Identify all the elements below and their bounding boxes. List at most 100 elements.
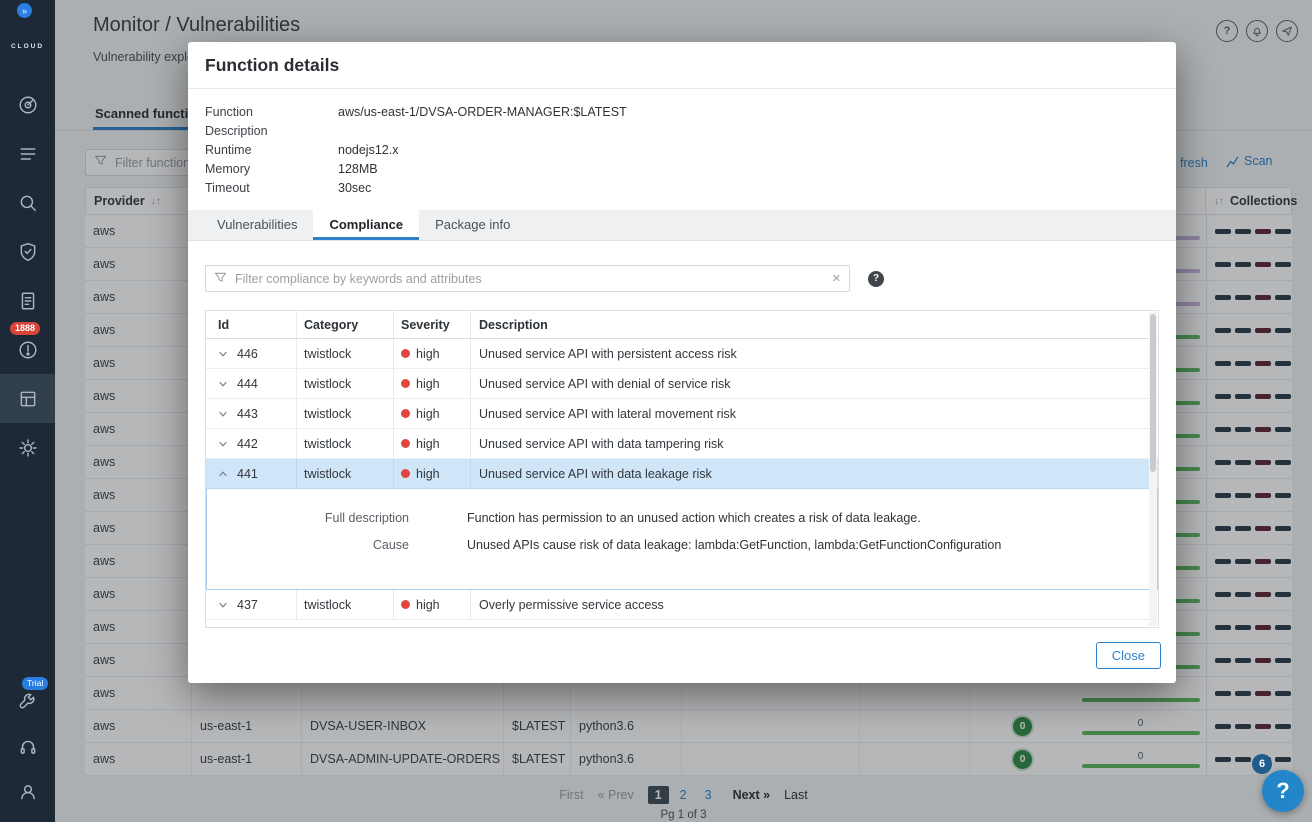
severity-dot-high — [401, 469, 410, 478]
sidebar-expand-badge[interactable]: » — [17, 3, 32, 18]
compliance-detail-panel: Full description Function has permission … — [206, 489, 1158, 590]
support-headset-icon — [18, 737, 38, 757]
chevron-down-icon[interactable] — [218, 409, 228, 419]
filter-help-icon[interactable]: ? — [868, 270, 884, 287]
sidebar-item-support-headset[interactable] — [0, 724, 55, 769]
profile-user-icon — [18, 782, 38, 802]
sidebar-item-search[interactable] — [0, 178, 55, 227]
sidebar-item-report-document[interactable] — [0, 276, 55, 325]
serverless-functions-icon — [18, 389, 38, 409]
compliance-filter-input[interactable] — [233, 270, 826, 287]
tab-vulnerabilities[interactable]: Vulnerabilities — [201, 210, 313, 240]
detail-row: Full description Function has permission … — [207, 505, 1157, 532]
detail-label: Description — [205, 124, 268, 138]
detail-row: Description — [205, 122, 1159, 141]
cell-id: 444 — [206, 369, 297, 398]
severity-dot-high — [401, 439, 410, 448]
sidebar-nav: 1888 — [0, 80, 55, 472]
clear-filter-icon[interactable]: ✕ — [832, 272, 841, 285]
cell-category: twistlock — [297, 399, 394, 428]
help-badge: 6 — [1252, 754, 1272, 774]
compliance-row[interactable]: 441 twistlock high Unused service API with … — [206, 459, 1158, 489]
sidebar-item-profile-user[interactable] — [0, 769, 55, 814]
cell-id: 442 — [206, 429, 297, 458]
severity-label: high — [416, 406, 440, 421]
alerts-icon — [18, 340, 38, 360]
cell-description: Unused service API with data leakage ris… — [479, 466, 712, 481]
detail-row: Function aws/us-east-1/DVSA-ORDER-MANAGER… — [205, 103, 1159, 122]
tab-compliance[interactable]: Compliance — [313, 210, 420, 240]
sidebar-item-utilities-wrench[interactable]: Trial — [0, 677, 55, 724]
detail-value: nodejs12.x — [338, 143, 399, 157]
severity-dot-high — [401, 409, 410, 418]
logo-icon — [0, 20, 55, 40]
compliance-row[interactable]: 446 twistlock high Unused service API with … — [206, 339, 1158, 369]
sidebar-item-radar[interactable] — [0, 80, 55, 129]
cell-description: Unused service API with data tampering r… — [479, 436, 724, 451]
compliance-row[interactable]: 442 twistlock high Unused service API with … — [206, 429, 1158, 459]
sidebar-item-settings-gear[interactable] — [0, 423, 55, 472]
compliance-row[interactable]: 437 twistlock high Overly permissive servic… — [206, 590, 1158, 620]
compliance-filter-row: ✕ ? — [205, 265, 1159, 292]
modal-header: Function details — [188, 42, 1176, 89]
chevron-down-icon[interactable] — [218, 349, 228, 359]
report-document-icon — [18, 291, 38, 311]
compliance-table: Id Category Severity Description 446 twistlo… — [205, 310, 1159, 628]
tab-package-info[interactable]: Package info — [419, 210, 526, 240]
search-icon — [18, 193, 38, 213]
column-header-category[interactable]: Category — [297, 311, 394, 338]
cell-id: 446 — [206, 339, 297, 368]
sidebar-item-shield-check[interactable] — [0, 227, 55, 276]
column-header-severity[interactable]: Severity — [394, 311, 471, 338]
modal-title: Function details — [205, 54, 340, 75]
sidebar-item-policy-list[interactable] — [0, 129, 55, 178]
function-details-modal: Function details Function aws/us-east-1/D… — [188, 42, 1176, 683]
sidebar-item-serverless-functions[interactable] — [0, 374, 55, 423]
cell-category: twistlock — [297, 429, 394, 458]
table-scrollbar[interactable] — [1149, 312, 1157, 626]
detail-value: aws/us-east-1/DVSA-ORDER-MANAGER:$LATEST — [338, 105, 627, 119]
detail-value: 128MB — [338, 162, 378, 176]
compliance-id: 442 — [237, 436, 258, 451]
detail-row: Timeout 30sec — [205, 179, 1159, 198]
detail-label: Function — [205, 105, 253, 119]
compliance-id: 437 — [237, 597, 258, 612]
cell-description: Unused service API with denial of servic… — [479, 376, 731, 391]
detail-value: Function has permission to an unused act… — [467, 511, 921, 525]
severity-dot-high — [401, 349, 410, 358]
filter-funnel-icon — [214, 271, 227, 287]
detail-label: Memory — [205, 162, 251, 176]
column-header-description[interactable]: Description — [471, 318, 1158, 332]
compliance-row[interactable]: 444 twistlock high Unused service API with … — [206, 369, 1158, 399]
detail-row: Runtime nodejs12.x — [205, 141, 1159, 160]
help-button[interactable]: 6 ? — [1252, 754, 1304, 812]
cell-severity: high — [394, 399, 471, 428]
severity-label: high — [416, 597, 440, 612]
detail-value: 30sec — [338, 181, 372, 195]
sidebar-item-alerts[interactable]: 1888 — [0, 322, 55, 374]
scrollbar-thumb[interactable] — [1150, 314, 1156, 472]
column-header-id[interactable]: Id — [206, 311, 297, 338]
cell-id: 437 — [206, 590, 297, 619]
policy-list-icon — [18, 144, 38, 164]
cell-category: twistlock — [297, 339, 394, 368]
compliance-row[interactable]: 443 twistlock high Unused service API with … — [206, 399, 1158, 429]
chevron-down-icon[interactable] — [218, 600, 228, 610]
chevron-down-icon[interactable] — [218, 439, 228, 449]
detail-row: Cause Unused APIs cause risk of data leak… — [207, 532, 1157, 559]
cell-description: Unused service API with lateral movement… — [479, 406, 737, 421]
app: Monitor / Vulnerabilities Vulnerability … — [0, 0, 1312, 822]
help-glyph: ? — [1276, 778, 1290, 803]
chevron-down-icon[interactable] — [218, 379, 228, 389]
detail-label: Runtime — [205, 143, 252, 157]
detail-label: Timeout — [205, 181, 250, 195]
cell-category: twistlock — [297, 459, 394, 488]
cell-description: Overly permissive service access — [479, 597, 664, 612]
severity-label: high — [416, 376, 440, 391]
compliance-id: 441 — [237, 466, 258, 481]
logo-label: CLOUD — [10, 43, 45, 50]
close-button[interactable]: Close — [1095, 642, 1161, 669]
chevron-up-icon[interactable] — [218, 469, 228, 479]
utilities-wrench-icon — [18, 692, 38, 712]
compliance-table-header: Id Category Severity Description — [206, 311, 1158, 339]
